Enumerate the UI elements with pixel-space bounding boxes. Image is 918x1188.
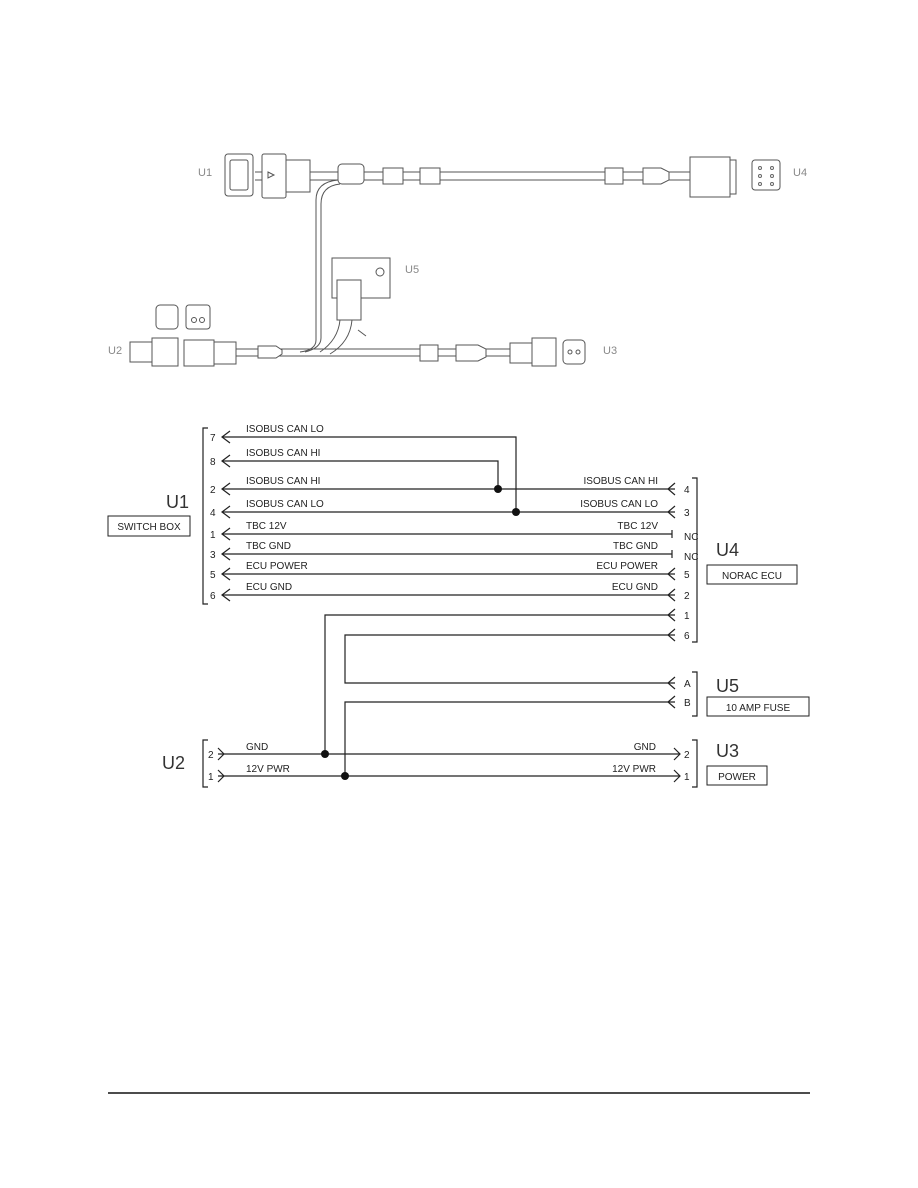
junction-dot <box>341 772 349 780</box>
harness-label-u1: U1 <box>198 167 212 179</box>
u3-pin-number: 2 <box>684 750 690 761</box>
u1-signal-label: ISOBUS CAN HI <box>246 448 320 459</box>
u2-face-a <box>155 304 179 330</box>
u1-signal-label: ISOBUS CAN LO <box>246 499 324 510</box>
u4-signal-label: TBC GND <box>613 541 658 552</box>
u4-signal-label: ECU POWER <box>596 561 658 572</box>
junction-dot <box>494 485 502 493</box>
u4-pin-number: NC <box>684 532 698 543</box>
u4-signal-label: TBC 12V <box>617 521 658 532</box>
u5-name: 10 AMP FUSE <box>726 703 791 714</box>
u4-pin-number: 3 <box>684 508 690 519</box>
u2-pin-number: 2 <box>208 750 214 761</box>
u1-pin-number: 6 <box>210 591 216 602</box>
u3-bracket <box>692 739 698 788</box>
u5-bracket <box>692 671 698 717</box>
u2-signal: 12V PWR <box>246 764 290 775</box>
harness-label-u5: U5 <box>405 264 419 276</box>
u4-id: U4 <box>716 540 739 560</box>
u4-pin-number: NC <box>684 552 698 563</box>
u1-signal-label: ISOBUS CAN HI <box>246 476 320 487</box>
u1-bracket <box>202 427 208 605</box>
u4-pin-number: 4 <box>684 485 690 496</box>
u3-name: POWER <box>718 772 756 783</box>
u1-pin-number: 3 <box>210 550 216 561</box>
u5-pin-b: B <box>684 698 691 709</box>
u2-id: U2 <box>162 753 185 773</box>
schematic: 7 ISOBUS CAN LO 8 ISOBUS CAN HI 2 ISOBUS CAN … <box>107 424 810 788</box>
junction-dot <box>512 508 520 516</box>
u2-connector <box>151 337 179 367</box>
u1-pin-number: 5 <box>210 570 216 581</box>
u1-pin-number: 4 <box>210 508 216 519</box>
u1-name: SWITCH BOX <box>117 522 181 533</box>
u1-signal-label: ECU GND <box>246 582 292 593</box>
u4-pin-number: 6 <box>684 631 690 642</box>
u1-signal-label: ISOBUS CAN LO <box>246 424 324 435</box>
u4-connector-body <box>689 156 731 198</box>
u4-u5-pin-arrows <box>667 608 676 709</box>
u3-pin-number: 1 <box>684 772 690 783</box>
u4-signal-label: ECU GND <box>612 582 658 593</box>
u3-signal: 12V PWR <box>612 764 656 775</box>
u3-signal: GND <box>634 742 656 753</box>
wiring-diagram: U1 U4 U5 U2 U3 7 ISOBUS CAN LO 8 ISOBUS CAN… <box>107 153 810 1094</box>
u1-pin-number: 1 <box>210 530 216 541</box>
u1-signal-label: TBC 12V <box>246 521 287 532</box>
harness-label-u4: U4 <box>793 167 807 179</box>
u1-connector-body <box>261 153 287 199</box>
u5-pin-a: A <box>684 679 691 690</box>
u1-pin-number: 8 <box>210 457 216 468</box>
u1-id: U1 <box>166 492 189 512</box>
u5-id: U5 <box>716 676 739 696</box>
u1-signal-label: ECU POWER <box>246 561 308 572</box>
u3-face <box>562 339 586 365</box>
u3-connector <box>531 337 557 367</box>
harness-label-u3: U3 <box>603 345 617 357</box>
u4-name: NORAC ECU <box>722 571 782 582</box>
u1-pin-number: 7 <box>210 433 216 444</box>
u4-connector-face <box>751 159 781 191</box>
u4-signal-label: ISOBUS CAN LO <box>580 499 658 510</box>
u4-signal-label: ISOBUS CAN HI <box>584 476 658 487</box>
u2-pin-number: 1 <box>208 772 214 783</box>
u1-signal-label: TBC GND <box>246 541 291 552</box>
u4-pin-number: 5 <box>684 570 690 581</box>
u1-pin-number: 2 <box>210 485 216 496</box>
u3-id: U3 <box>716 741 739 761</box>
u4-pin-number: 1 <box>684 611 690 622</box>
junction-dot <box>321 750 329 758</box>
u2-mate-connector <box>183 339 215 367</box>
wire-ecu-pin6-fuse-a <box>344 634 675 684</box>
wire-ecu-pin1-gnd <box>324 614 675 754</box>
u4-pin-number: 2 <box>684 591 690 602</box>
u2-signal: GND <box>246 742 268 753</box>
harness-drawing: U1 U4 U5 U2 U3 <box>108 153 807 367</box>
u2-face-b <box>185 304 211 330</box>
harness-label-u2: U2 <box>108 345 122 357</box>
